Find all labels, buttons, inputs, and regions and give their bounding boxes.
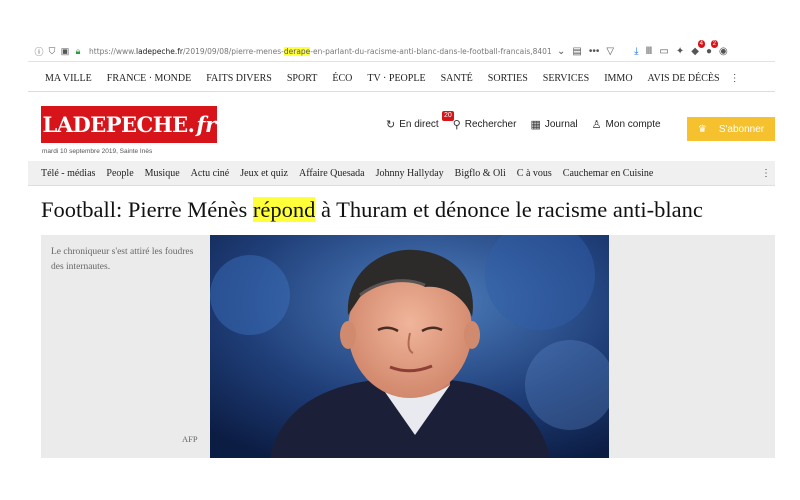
- search-label: Rechercher: [464, 119, 517, 130]
- clock-icon: ↻: [386, 119, 396, 131]
- nav-item-ma-ville[interactable]: MA VILLE: [45, 73, 92, 84]
- headline-highlight: répond: [252, 197, 316, 222]
- nav-item-france-monde[interactable]: FRANCE · MONDE: [107, 73, 191, 84]
- shield-icon[interactable]: ⛉: [47, 46, 57, 57]
- subnav-item-cauchemar-cuisine[interactable]: Cauchemar en Cuisine: [563, 168, 654, 179]
- headline-pre: Football: Pierre Ménès: [41, 197, 253, 222]
- extension-badge-count: 2: [710, 40, 718, 48]
- subnav-item-jeux-quiz[interactable]: Jeux et quiz: [240, 168, 288, 179]
- crown-icon: ♛: [697, 123, 707, 135]
- url-text[interactable]: https://www.ladepeche.fr/2019/09/08/pier…: [89, 47, 551, 56]
- nav-item-eco[interactable]: ÉCO: [332, 73, 352, 84]
- journal-label: Journal: [544, 119, 578, 130]
- more-dots-icon[interactable]: ⋮: [761, 168, 771, 179]
- logo-main: LADEPECHE: [42, 112, 188, 137]
- more-dots-icon[interactable]: •••: [589, 46, 600, 57]
- newspaper-icon: ▦: [530, 119, 541, 131]
- pocket-icon[interactable]: ▽: [606, 46, 614, 57]
- url-domain: ladepeche.fr: [135, 47, 184, 56]
- nav-item-faits-divers[interactable]: FAITS DIVERS: [206, 73, 272, 84]
- downloads-badge-count: 4: [697, 40, 705, 48]
- nav-item-services[interactable]: SERVICES: [543, 73, 589, 84]
- journal-button[interactable]: ▦ Journal: [530, 118, 577, 131]
- header-actions: ↻ En direct 20 ⚲ Rechercher ▦ Journal ♙ …: [386, 111, 675, 131]
- info-icon[interactable]: ⓘ: [34, 47, 44, 57]
- subnav-item-bigflo-oli[interactable]: Bigflo & Oli: [455, 168, 506, 179]
- image-icon[interactable]: ▣: [60, 46, 70, 57]
- subnav-item-people[interactable]: People: [106, 168, 133, 179]
- url-path-b: -en-parlant-du-racisme-anti-blanc-dans-l…: [310, 47, 551, 56]
- photo-credit: AFP: [182, 434, 198, 444]
- article-media: Le chroniqueur s'est attiré les foudres …: [41, 235, 775, 458]
- subnav-item-johnny-hallyday[interactable]: Johnny Hallyday: [376, 168, 444, 179]
- search-button[interactable]: ⚲ Rechercher: [453, 118, 517, 131]
- subnav-item-c-a-vous[interactable]: C à vous: [517, 168, 552, 179]
- nav-item-sorties[interactable]: SORTIES: [488, 73, 528, 84]
- main-navigation: MA VILLE FRANCE · MONDE FAITS DIVERS SPO…: [28, 66, 775, 92]
- library-icon[interactable]: Ⅲ: [645, 46, 652, 57]
- extension-icon[interactable]: ✦: [676, 46, 684, 57]
- subscribe-label: S'abonner: [718, 123, 765, 135]
- live-count-badge: 20: [442, 111, 454, 121]
- sidebar-icon[interactable]: ▭: [659, 46, 668, 57]
- site-logo[interactable]: LADEPECHE. fr: [41, 106, 217, 143]
- lock-icon[interactable]: 🔒︎: [73, 46, 83, 57]
- nav-item-sport[interactable]: SPORT: [287, 73, 318, 84]
- section-navigation: Télé - médias People Musique Actu ciné J…: [28, 161, 775, 186]
- url-scheme: https://www.: [89, 47, 136, 56]
- more-dots-icon[interactable]: ⋮: [730, 73, 740, 84]
- live-label: En direct: [399, 119, 439, 130]
- photo-caption: Le chroniqueur s'est attiré les foudres …: [51, 247, 194, 272]
- reader-icon[interactable]: ▤: [572, 46, 581, 57]
- live-button[interactable]: ↻ En direct 20: [386, 111, 454, 131]
- extension-badge[interactable]: ● 2: [706, 40, 718, 57]
- url-path-a: /2019/09/08/pierre-menes-: [183, 47, 284, 56]
- logo-dot: .: [187, 112, 195, 137]
- user-icon: ♙: [591, 119, 602, 131]
- account-button[interactable]: ♙ Mon compte: [592, 118, 661, 131]
- nav-item-sante[interactable]: SANTÉ: [441, 73, 473, 84]
- subnav-item-actu-cine[interactable]: Actu ciné: [191, 168, 230, 179]
- portrait-illustration: [210, 235, 609, 458]
- url-site-icons: ⓘ ⛉ ▣ 🔒︎: [28, 46, 83, 57]
- nav-item-tv-people[interactable]: TV · PEOPLE: [367, 73, 425, 84]
- download-icon[interactable]: ⤓: [634, 46, 638, 57]
- headline-post: à Thuram et dénonce le racisme anti-blan…: [315, 197, 703, 222]
- browser-toolbar-right: ⌄ ▤ ••• ▽ ⤓ Ⅲ ▭ ✦ ◆ 4 ● 2 ◉: [557, 40, 728, 57]
- subnav-item-affaire-quesada[interactable]: Affaire Quesada: [299, 168, 365, 179]
- subscribe-button[interactable]: ♛ S'abonner: [687, 117, 775, 141]
- nav-item-avis-de-deces[interactable]: AVIS DE DÉCÈS: [648, 73, 720, 84]
- nav-item-immo[interactable]: IMMO: [604, 73, 632, 84]
- chevron-down-icon[interactable]: ⌄: [557, 46, 565, 57]
- url-highlight: derape: [283, 47, 311, 56]
- account-label: Mon compte: [605, 119, 661, 130]
- article-photo[interactable]: [210, 235, 609, 458]
- downloads-badge[interactable]: ◆ 4: [691, 40, 705, 57]
- search-icon: ⚲: [452, 119, 461, 131]
- extension-icon[interactable]: ◉: [719, 46, 728, 57]
- current-date: mardi 10 septembre 2019, Sainte Inès: [42, 148, 153, 155]
- subnav-item-musique[interactable]: Musique: [145, 168, 180, 179]
- subnav-item-tele-medias[interactable]: Télé - médias: [41, 168, 95, 179]
- browser-address-bar[interactable]: ⓘ ⛉ ▣ 🔒︎ https://www.ladepeche.fr/2019/0…: [28, 40, 775, 62]
- logo-tld: fr: [196, 112, 216, 137]
- article-headline: Football: Pierre Ménès répond à Thuram e…: [41, 197, 703, 223]
